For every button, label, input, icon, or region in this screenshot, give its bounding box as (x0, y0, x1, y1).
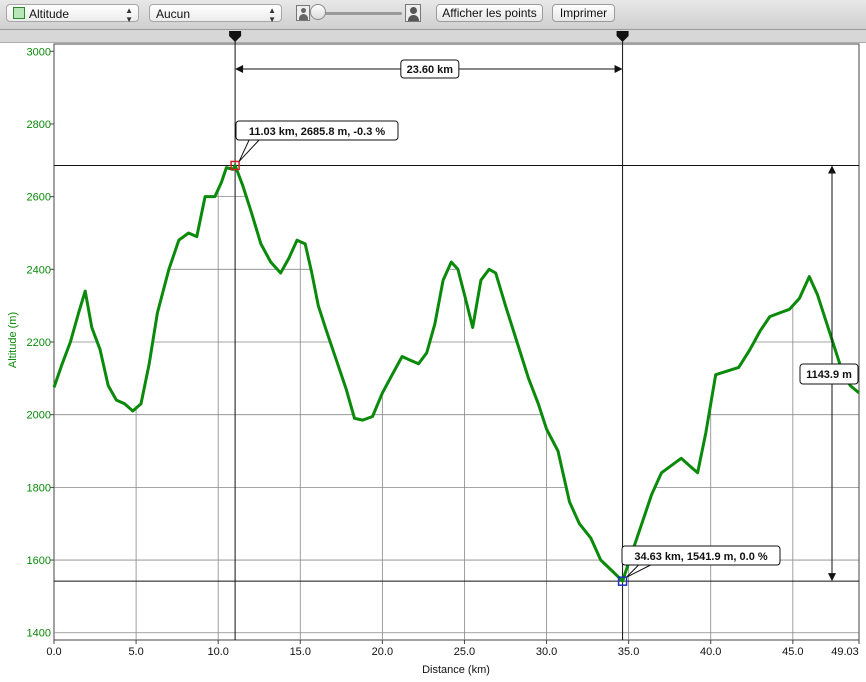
end-callout-label: 34.63 km, 1541.9 m, 0.0 % (634, 551, 768, 563)
y-tick-label: 2800 (27, 119, 51, 131)
y-tick-label: 1600 (27, 555, 51, 567)
x-tick-label: 30.0 (536, 646, 557, 658)
y-tick-label: 2000 (27, 410, 51, 422)
x-tick-label: 40.0 (700, 646, 721, 658)
x-tick-label: 15.0 (290, 646, 311, 658)
x-tick-label: 5.0 (128, 646, 143, 658)
y-axis-title: Altitude (m) (7, 312, 19, 368)
x-tick-label: 10.0 (207, 646, 228, 658)
end-marker-arrow-icon[interactable] (616, 31, 629, 42)
x-tick-label: 25.0 (454, 646, 475, 658)
y-tick-label: 1400 (27, 628, 51, 640)
x-tick-label: 0.0 (46, 646, 61, 658)
y-tick-label: 2400 (27, 264, 51, 276)
start-marker-arrow-icon[interactable] (229, 31, 242, 42)
x-tick-label: 35.0 (618, 646, 639, 658)
y-tick-label: 3000 (27, 46, 51, 58)
y-tick-label: 1800 (27, 482, 51, 494)
elevation-label: 1143.9 m (806, 369, 852, 381)
x-tick-label: 45.0 (782, 646, 803, 658)
y-tick-label: 2200 (27, 337, 51, 349)
x-tick-label: 20.0 (372, 646, 393, 658)
elevation-chart[interactable]: 1400 1600 1800 2000 2200 2400 2600 2800 3000 0.0 5… (0, 0, 866, 682)
x-tick-label: 49.03 (831, 646, 859, 658)
distance-label: 23.60 km (407, 64, 454, 76)
x-axis-title: Distance (km) (422, 664, 490, 676)
start-callout-label: 11.03 km, 2685.8 m, -0.3 % (249, 126, 386, 138)
y-tick-label: 2600 (27, 192, 51, 204)
